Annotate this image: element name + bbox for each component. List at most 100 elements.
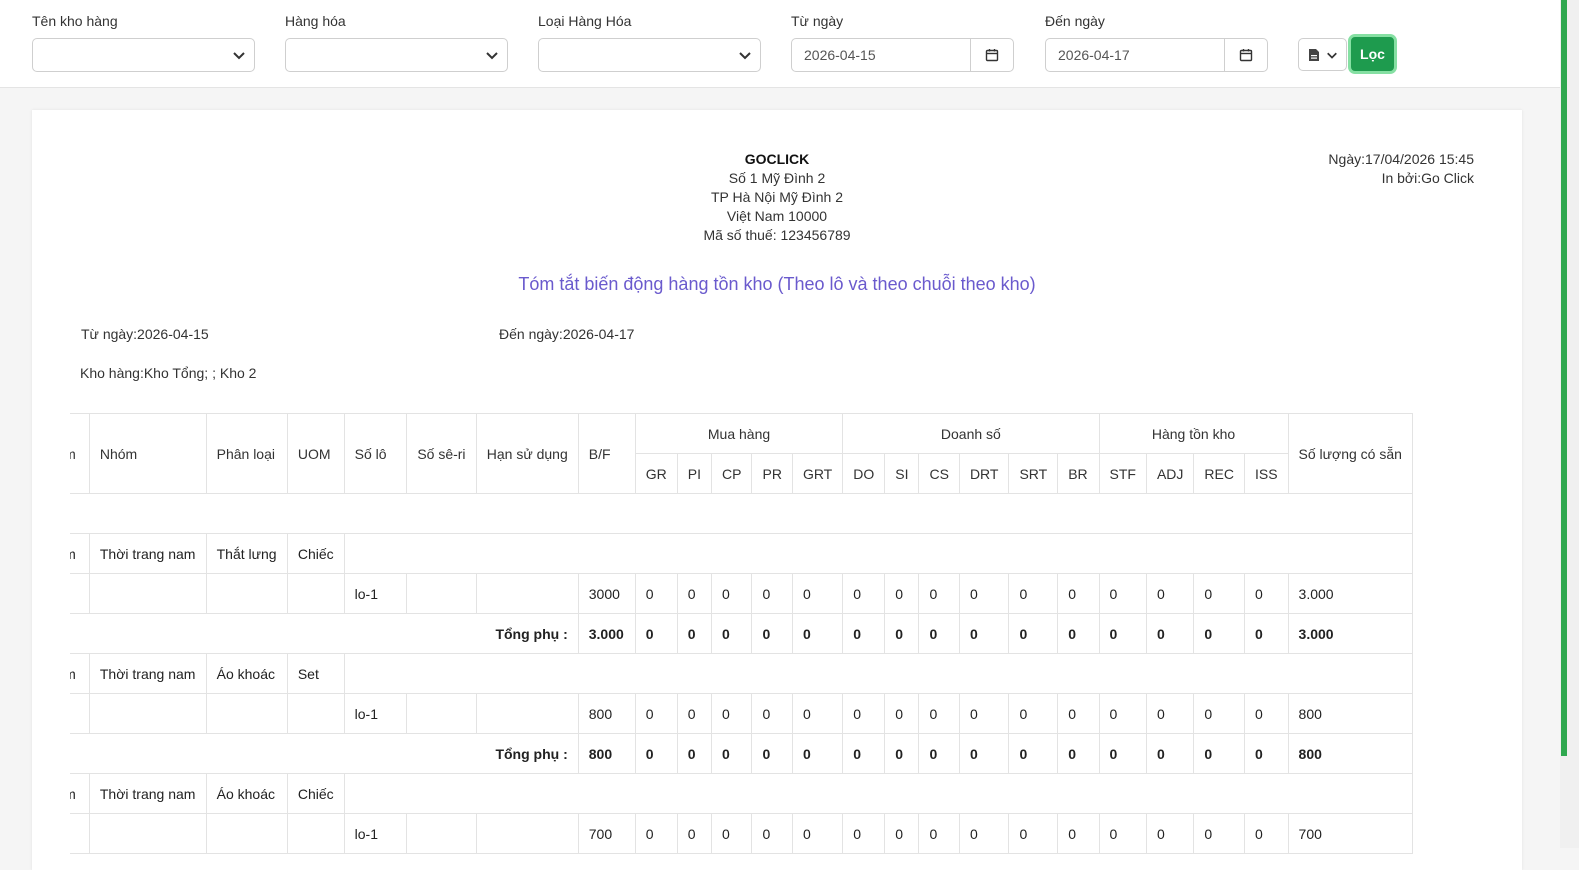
qty-cell: 0	[1243, 573, 1289, 614]
filter-button[interactable]: Lọc	[1348, 34, 1397, 74]
to-date-input[interactable]: 2026-04-17	[1045, 38, 1268, 72]
col-expiry: Hạn sử dụng	[475, 413, 579, 494]
bf-cell: 800	[577, 693, 636, 734]
empty-cell	[286, 693, 345, 734]
col-gr: GR	[634, 453, 678, 494]
qty-cell: 0	[918, 573, 960, 614]
group-row-filler	[343, 533, 1414, 574]
col-uom: UOM	[286, 413, 345, 494]
print-date: Ngày:17/04/2026 15:45	[1328, 151, 1474, 167]
product-cell: Sản phẩm	[70, 773, 90, 814]
warehouse-label: Tên kho hàng	[32, 13, 118, 29]
qty-cell: 0	[711, 573, 753, 614]
subtotal-qty-cell: 0	[676, 733, 713, 774]
col-srt: SRT	[1008, 453, 1059, 494]
subtotal-qty-cell: 0	[918, 733, 960, 774]
subtotal-available-cell: 3.000	[1287, 613, 1414, 654]
from-date-input[interactable]: 2026-04-15	[791, 38, 1014, 72]
col-cs: CS	[918, 453, 960, 494]
company-address-1: Số 1 Mỹ Đình 2	[728, 170, 826, 186]
report-table-viewport[interactable]: Sản phẩm Nhóm Phân loại UOM Số lô Số sê-…	[70, 413, 1482, 870]
qty-cell: 0	[842, 573, 886, 614]
qty-cell: 0	[751, 693, 793, 734]
to-date-filter: Đến ngày 2026-04-17	[1045, 12, 1268, 72]
col-si: SI	[884, 453, 920, 494]
subtotal-qty-cell: 0	[1145, 613, 1195, 654]
expiry-cell	[475, 693, 579, 734]
product-cell: Sản phẩm	[70, 533, 90, 574]
col-iss: ISS	[1243, 453, 1289, 494]
export-dropdown-button[interactable]	[1298, 38, 1347, 71]
goods-label: Hàng hóa	[285, 13, 346, 29]
subtotal-qty-cell: 0	[1193, 733, 1245, 774]
goods-select[interactable]	[285, 38, 508, 72]
scrollbar-thumb[interactable]	[1561, 0, 1567, 756]
col-stf: STF	[1098, 453, 1147, 494]
category-cell: Thắt lưng	[205, 533, 288, 574]
report-title: Tóm tắt biến động hàng tồn kho (Theo lô …	[518, 274, 1036, 294]
from-date-filter: Từ ngày 2026-04-15	[791, 12, 1014, 72]
subtotal-row: Tổng phụ :3.000 0 0 0 0 0 0 0 0 0 0 0 0 0 0 0 3.000	[70, 613, 1414, 654]
qty-cell: 0	[1193, 693, 1245, 734]
qty-cell: 0	[884, 693, 920, 734]
calendar-icon[interactable]	[970, 39, 1013, 71]
qty-cell: 0	[958, 693, 1010, 734]
subtotal-qty-cell: 0	[1057, 613, 1100, 654]
qty-cell: 0	[1008, 573, 1059, 614]
qty-cell: 0	[1145, 693, 1195, 734]
qty-cell: 0	[791, 693, 844, 734]
subtotal-qty-cell: 0	[842, 733, 886, 774]
bf-cell: 3000	[577, 573, 636, 614]
available-cell: 3.000	[1287, 573, 1414, 614]
expiry-cell	[475, 573, 579, 614]
uom-cell: Set	[286, 653, 345, 694]
col-br: BR	[1057, 453, 1100, 494]
qty-cell: 0	[791, 573, 844, 614]
company-address-2: TP Hà Nội Mỹ Đình 2	[710, 189, 843, 205]
qty-cell: 0	[676, 573, 713, 614]
group-row-filler	[343, 653, 1414, 694]
warehouse-select[interactable]	[32, 38, 255, 72]
report-warehouse: Kho hàng:Kho Tổng; ; Kho 2	[80, 365, 257, 381]
qty-cell: 0	[1057, 573, 1100, 614]
chevron-down-icon	[486, 52, 498, 60]
qty-cell: 0	[676, 693, 713, 734]
company-name: GOCLICK	[744, 151, 810, 167]
scrollbar[interactable]	[1560, 0, 1579, 848]
col-pi: PI	[676, 453, 713, 494]
empty-cell	[70, 693, 90, 734]
subtotal-available-cell: 800	[1287, 733, 1414, 774]
serial-cell	[406, 693, 477, 734]
col-group-sales: Doanh số	[842, 413, 1100, 454]
subtotal-qty-cell: 0	[1145, 733, 1195, 774]
lot-cell: lo-1	[343, 573, 408, 614]
calendar-icon[interactable]	[1224, 39, 1267, 71]
to-date-value[interactable]: 2026-04-17	[1046, 39, 1224, 71]
col-rec: REC	[1193, 453, 1245, 494]
qty-cell: 0	[842, 693, 886, 734]
warehouse-filter: Tên kho hàng	[32, 12, 255, 72]
subtotal-qty-cell: 0	[634, 733, 678, 774]
qty-cell: 0	[711, 693, 753, 734]
subtotal-row: Tổng phụ :800 0 0 0 0 0 0 0 0 0 0 0 0 0 0 0 800	[70, 733, 1414, 774]
col-group: Nhóm	[88, 413, 207, 494]
subtotal-bf-cell: 800	[577, 733, 636, 774]
empty-cell	[205, 573, 288, 614]
goods-type-select[interactable]	[538, 38, 761, 72]
from-date-value[interactable]: 2026-04-15	[792, 39, 970, 71]
subtotal-qty-cell: 0	[1243, 613, 1289, 654]
col-available: Số lượng có sẵn	[1287, 413, 1414, 494]
qty-cell: 0	[634, 573, 678, 614]
subtotal-qty-cell: 0	[958, 613, 1010, 654]
qty-cell: 0	[1098, 693, 1147, 734]
subtotal-qty-cell: 0	[884, 733, 920, 774]
category-cell: Áo khoác	[205, 773, 288, 814]
company-address-3: Việt Nam 10000	[726, 208, 828, 224]
group-cell: Thời trang nam	[88, 653, 207, 694]
group-cell: Thời trang nam	[88, 773, 207, 814]
subtotal-qty-cell: 0	[791, 733, 844, 774]
table-row: lo-1 3000 0 0 0 0 0 0 0 0 0 0 0 0 0 0 0 3.000	[70, 573, 1414, 614]
qty-cell: 0	[1145, 573, 1195, 614]
subtotal-qty-cell: 0	[751, 733, 793, 774]
lot-cell: lo-1	[343, 693, 408, 734]
